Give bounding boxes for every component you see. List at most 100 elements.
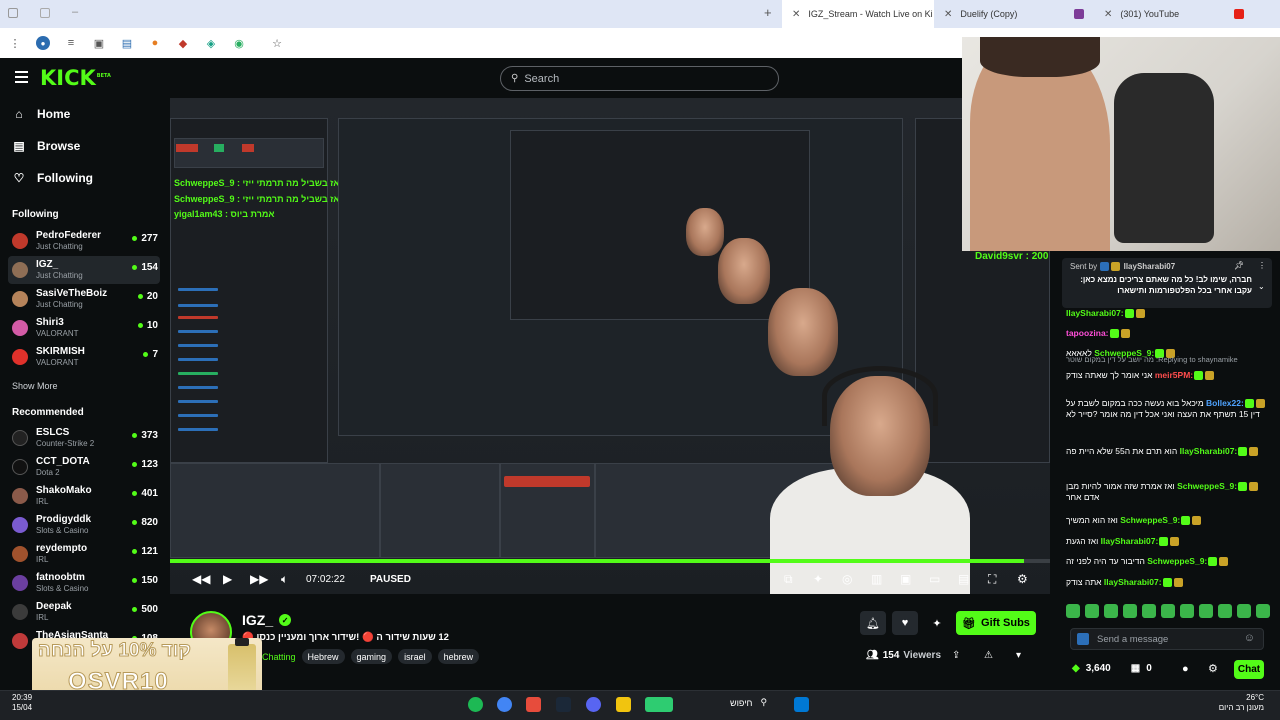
- chat-username[interactable]: tapoozina:: [1066, 328, 1109, 338]
- emote-icon[interactable]: [1142, 604, 1156, 618]
- emote-icon[interactable]: [1161, 604, 1175, 618]
- chat-send-button[interactable]: Chat: [1234, 660, 1264, 679]
- more-options-icon[interactable]: ⋮: [1258, 261, 1266, 270]
- sidebar-channel-reydempto[interactable]: reydempto IRL 121: [8, 540, 160, 568]
- tab-group-icon[interactable]: [40, 8, 50, 18]
- chat-username[interactable]: meir5PM:: [1155, 370, 1193, 380]
- volume-icon[interactable]: 🔈︎: [281, 572, 288, 587]
- rewind-icon[interactable]: ◀◀: [192, 572, 210, 586]
- sidebar-channel-eslcs[interactable]: ESLCS Counter-Strike 2 373: [8, 424, 160, 452]
- emote-icon[interactable]: [1199, 604, 1213, 618]
- sidebar-channel-shakomako[interactable]: ShakoMako IRL 401: [8, 482, 160, 510]
- tab-duelify[interactable]: ✕ Duelify (Copy): [934, 0, 1094, 28]
- more-icon[interactable]: ▾: [1016, 650, 1021, 661]
- pip-icon[interactable]: ▣: [900, 572, 911, 586]
- sidebar-channel-shiri3[interactable]: Shiri3 VALORANT 10: [8, 314, 160, 342]
- emote-icon[interactable]: [1218, 604, 1232, 618]
- speed-icon[interactable]: ◎: [842, 572, 852, 586]
- extension-icon[interactable]: ◉: [232, 36, 246, 50]
- chat-username[interactable]: IlaySharabi07:: [1101, 536, 1159, 546]
- sidebar-channel-sasivetheboiz[interactable]: SasiVeTheBoiz Just Chatting 20: [8, 285, 160, 313]
- chat-username[interactable]: Bollex22:: [1206, 398, 1244, 408]
- sparkle-icon[interactable]: ✦: [813, 572, 823, 586]
- extension-icon[interactable]: ◆: [176, 36, 190, 50]
- emote-icon[interactable]: [1085, 604, 1099, 618]
- kick-logo[interactable]: KICKBETA: [40, 66, 111, 90]
- video-player[interactable]: SchweppeS_9 : אז בשביל מה תרמתי ייזי Sch…: [170, 98, 1050, 594]
- hamburger-menu-icon[interactable]: [15, 71, 28, 83]
- app-icon[interactable]: [526, 697, 541, 712]
- tag-chip[interactable]: Hebrew: [301, 649, 345, 664]
- tag-chip[interactable]: gaming: [350, 649, 393, 664]
- cast-icon[interactable]: ▤: [958, 572, 969, 586]
- chat-username[interactable]: IlaySharabi07:: [1066, 308, 1124, 318]
- nav-browse[interactable]: ▤ Browse: [12, 139, 80, 153]
- steam-icon[interactable]: [556, 697, 571, 712]
- chat-username[interactable]: SchweppeS_9:: [1120, 515, 1180, 525]
- sidebar-channel-skirmish[interactable]: SKIRMISH VALORANT 7: [8, 343, 160, 371]
- chevron-down-icon[interactable]: ⌄: [1258, 282, 1265, 291]
- chat-username[interactable]: IlaySharabi07:: [1180, 446, 1238, 456]
- play-icon[interactable]: ▶: [223, 572, 232, 586]
- file-explorer-icon[interactable]: [616, 697, 631, 712]
- stream-category[interactable]: Chatting: [262, 649, 296, 664]
- chat-users-icon[interactable]: ●: [1182, 663, 1189, 675]
- taskbar-search[interactable]: חיפוש ⚲: [730, 697, 767, 708]
- extension-icon[interactable]: ▤: [120, 36, 134, 50]
- report-icon[interactable]: ⚠: [984, 650, 993, 661]
- taskbar-clock[interactable]: 20:39 15/04: [12, 693, 32, 713]
- emote-icon[interactable]: [1104, 604, 1118, 618]
- close-tab-icon[interactable]: ✕: [792, 9, 800, 20]
- streamer-name[interactable]: IGZ_: [242, 612, 273, 628]
- discord-icon[interactable]: [586, 697, 601, 712]
- sidebar-channel-igz[interactable]: IGZ_ Just Chatting 154: [8, 256, 160, 284]
- playback-progress[interactable]: [170, 559, 1050, 563]
- sidebar-channel-cct-dota[interactable]: CCT_DOTA Dota 2 123: [8, 453, 160, 481]
- extension-icon[interactable]: ≡: [64, 36, 78, 50]
- extension-icon[interactable]: ◈: [204, 36, 218, 50]
- sidebar-channel-pedrofederer[interactable]: PedroFederer Just Chatting 277: [8, 227, 160, 255]
- tab-kick[interactable]: ✕ IGZ_Stream - Watch Live on Ki: [782, 0, 934, 28]
- chat-username[interactable]: SchweppeS_9:: [1177, 481, 1237, 491]
- emote-icon[interactable]: [1237, 604, 1251, 618]
- search-input[interactable]: ⚲ Search: [500, 66, 779, 91]
- extension-icon[interactable]: ●: [36, 36, 50, 50]
- nav-following[interactable]: ♡ Following: [12, 171, 93, 185]
- sidebar-channel-deepak[interactable]: Deepak IRL 500: [8, 598, 160, 626]
- chrome-icon[interactable]: [497, 697, 512, 712]
- channel-points[interactable]: ◆ 3,640 ▦ 0: [1072, 663, 1152, 674]
- sparkle-button[interactable]: ✦: [924, 611, 950, 635]
- emote-icon[interactable]: [1180, 604, 1194, 618]
- share-icon[interactable]: ⇪: [952, 650, 960, 661]
- bookmark-star-icon[interactable]: ☆: [270, 36, 284, 50]
- close-tab-icon[interactable]: ✕: [944, 9, 952, 20]
- chat-username[interactable]: IlaySharabi07:: [1104, 577, 1162, 587]
- extension-icon[interactable]: ●: [148, 36, 162, 50]
- show-more-link[interactable]: Show More: [12, 381, 58, 391]
- chat-settings-icon[interactable]: ⚙: [1208, 662, 1218, 675]
- windows-start-icon[interactable]: [794, 697, 809, 712]
- app-icon[interactable]: [645, 697, 673, 712]
- sidebar-channel-fatnoobtm[interactable]: fatnoobtm Slots & Casino 150: [8, 569, 160, 597]
- pin-icon[interactable]: 📌︎: [1234, 261, 1244, 270]
- tag-chip[interactable]: israel: [398, 649, 432, 664]
- tab-youtube[interactable]: ✕ (301) YouTube: [1094, 0, 1254, 28]
- chat-input[interactable]: Send a message ☺: [1070, 628, 1264, 650]
- follow-heart-button[interactable]: ♥: [892, 611, 918, 635]
- minimize-icon[interactable]: –: [72, 6, 78, 18]
- stats-icon[interactable]: ▥: [871, 572, 882, 586]
- more-icon[interactable]: ⋮: [8, 36, 22, 50]
- close-tab-icon[interactable]: ✕: [1104, 9, 1112, 20]
- fullscreen-icon[interactable]: ⛶: [988, 572, 996, 587]
- emote-icon[interactable]: [1256, 604, 1270, 618]
- sidebar-channel-prodigyddk[interactable]: Prodigyddk Slots & Casino 820: [8, 511, 160, 539]
- theater-icon[interactable]: ▭: [929, 572, 940, 586]
- tab-list-icon[interactable]: [8, 8, 18, 18]
- new-tab-icon[interactable]: +: [764, 5, 772, 20]
- fast-forward-icon[interactable]: ▶▶: [250, 572, 268, 586]
- emoji-icon[interactable]: ☺: [1244, 632, 1255, 644]
- nav-home[interactable]: ⌂ Home: [12, 107, 70, 121]
- emote-icon[interactable]: [1123, 604, 1137, 618]
- gift-subs-button[interactable]: 🎁︎ Gift Subs: [956, 611, 1036, 635]
- settings-gear-icon[interactable]: ⚙: [1017, 572, 1028, 586]
